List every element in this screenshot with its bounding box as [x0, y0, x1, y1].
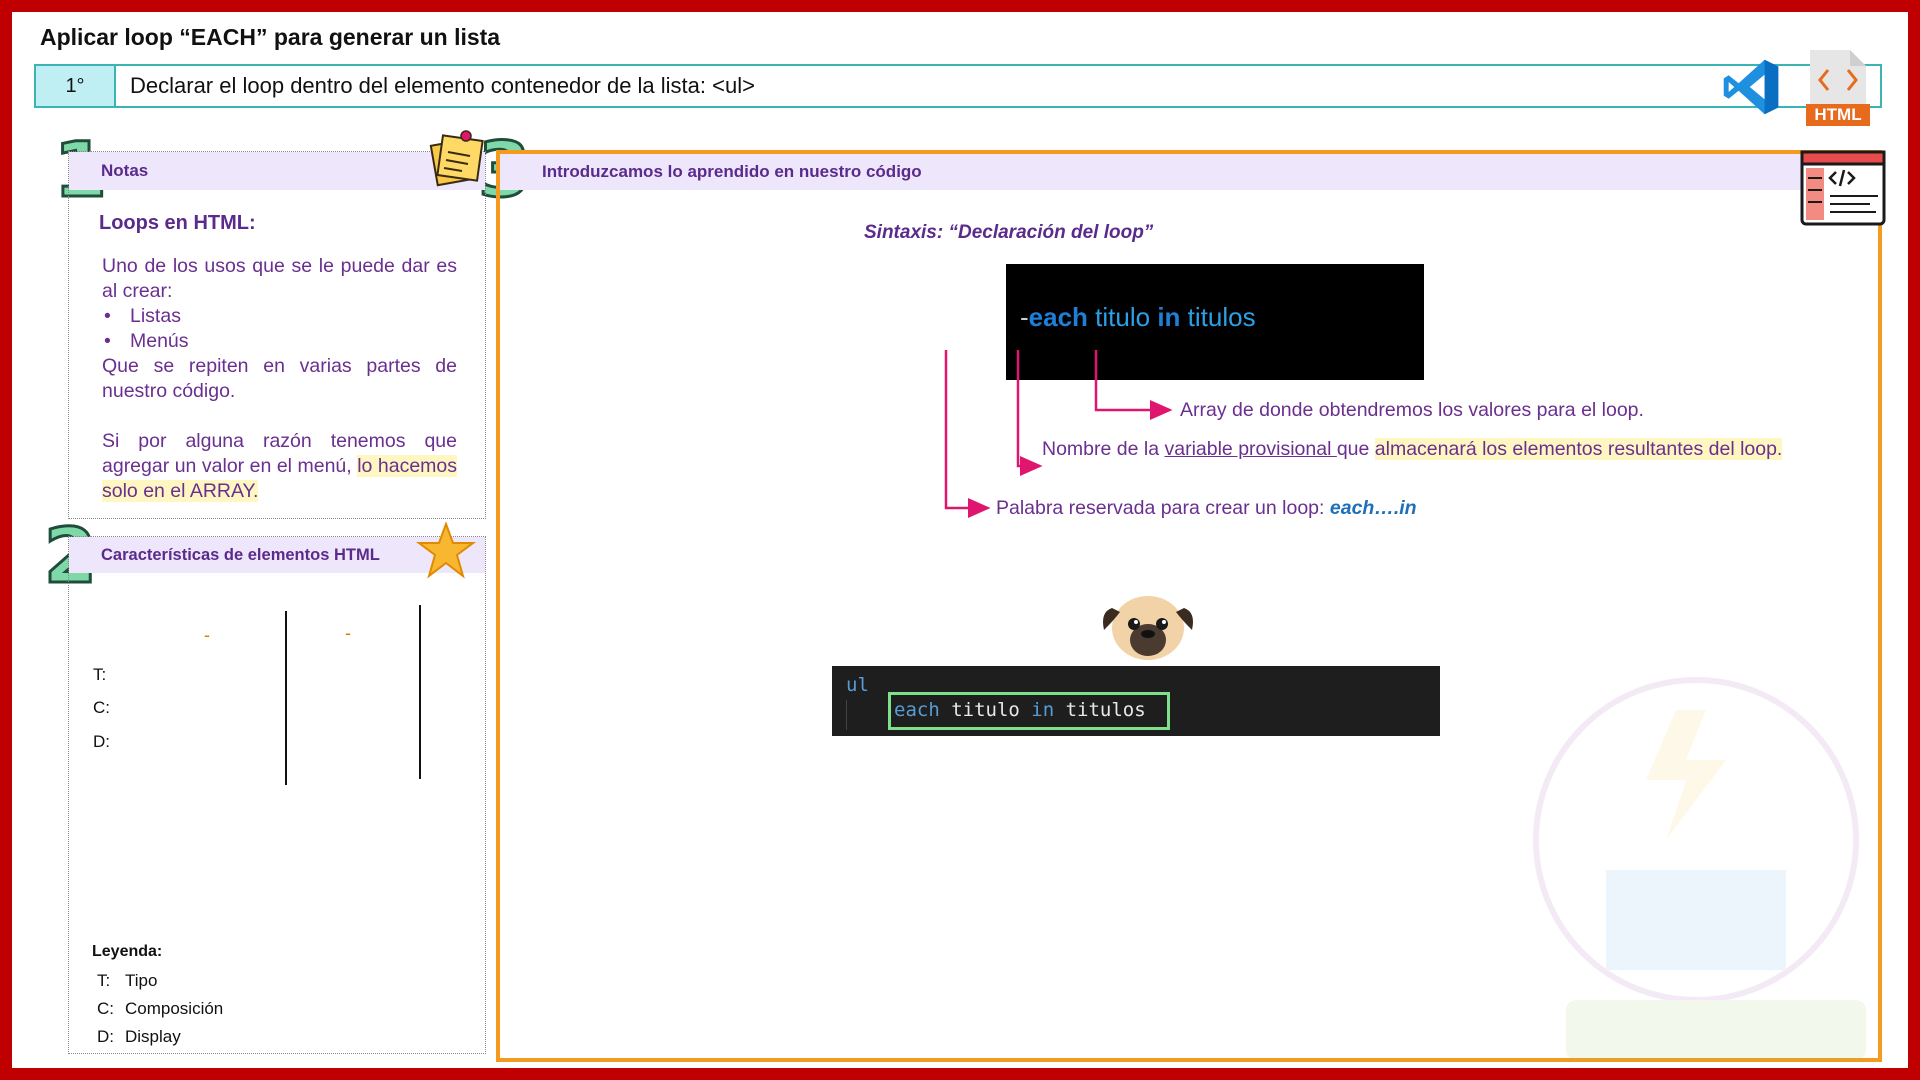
main-header: Introduzcamos lo aprendido en nuestro có…	[500, 154, 1878, 190]
list-item: Menús	[102, 329, 457, 354]
step-text: Declarar el loop dentro del elemento con…	[130, 73, 755, 98]
notes-panel: Notas Loops en HTML: Uno de los usos que…	[68, 151, 486, 519]
star-icon	[416, 522, 476, 579]
column-divider	[285, 611, 287, 785]
list-item: Listas	[102, 304, 457, 329]
pug-icon	[1103, 596, 1193, 660]
step-bar: 1° Declarar el loop dentro del elemento …	[34, 64, 1882, 108]
slide-title: Aplicar loop “EACH” para generar un list…	[40, 24, 501, 50]
array-name: titulos	[1180, 302, 1256, 332]
editor-code-block: ul each titulo in titulos	[832, 666, 1440, 736]
notes-header: Notas	[69, 152, 485, 190]
watermark-logo	[1533, 677, 1866, 1060]
char-row-composition: C:	[93, 698, 110, 717]
annotation-array: Array de donde obtendremos los valores p…	[1180, 399, 1644, 421]
syntax-code-block: -each titulo in titulos	[1006, 264, 1424, 380]
indent-guide	[846, 700, 847, 730]
legend-item: T: Tipo	[97, 971, 158, 990]
legend-item: C: Composición	[97, 999, 224, 1018]
sticky-note-icon	[429, 130, 484, 187]
char-dash-2: -	[345, 623, 351, 643]
code-each-line: each titulo in titulos	[894, 699, 1146, 721]
syntax-code-line: -each titulo in titulos	[1020, 302, 1256, 332]
keyword-in: in	[1157, 302, 1181, 332]
variable-name: titulo	[1087, 302, 1158, 332]
syntax-label: Sintaxis: “Declaración del loop”	[864, 222, 1154, 243]
keyword-each: each	[1028, 302, 1088, 332]
char-row-type: T:	[93, 665, 107, 684]
notes-body: Uno de los usos que se le puede dar es a…	[102, 254, 457, 504]
code-ul-line: ul	[846, 674, 869, 696]
notes-list: Listas Menús	[102, 304, 457, 354]
char-dash-1: -	[204, 625, 210, 645]
notes-paragraph-2: Si por alguna razón tenemos que agregar …	[102, 429, 457, 504]
html-file-icon: HTML	[1806, 48, 1870, 126]
annotation-reserved-word: Palabra reservada para crear un loop: ea…	[996, 497, 1417, 519]
annotation-variable: Nombre de la variable provisional que al…	[1042, 438, 1783, 460]
notes-subtitle: Loops en HTML:	[99, 212, 256, 234]
characteristics-panel: Características de elementos HTML - - T:…	[68, 536, 486, 1054]
notes-intro: Uno de los usos que se le puede dar es a…	[102, 255, 457, 302]
code-window-icon	[1800, 150, 1886, 226]
notes-repeat-text: Que se repiten en varias partes de nuest…	[102, 355, 457, 402]
column-divider	[419, 605, 421, 779]
legend-item: D: Display	[97, 1027, 181, 1046]
step-number: 1°	[36, 66, 116, 106]
vscode-icon	[1723, 59, 1779, 115]
html-icon-label: HTML	[1814, 105, 1862, 124]
legend-title: Leyenda:	[92, 943, 163, 960]
char-row-display: D:	[93, 732, 110, 751]
